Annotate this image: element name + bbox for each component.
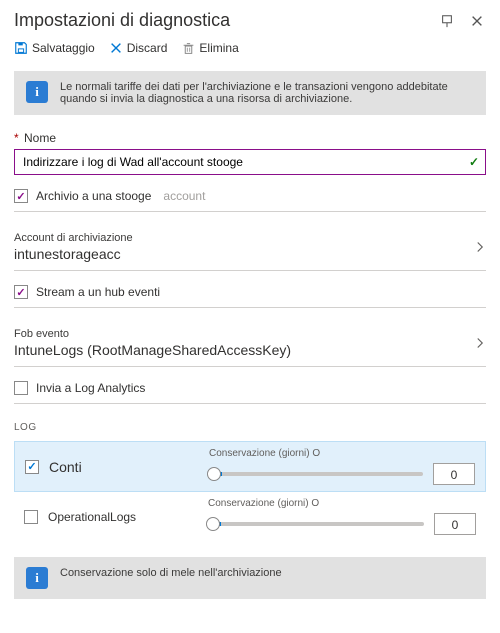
retention-value[interactable]: 0	[433, 463, 475, 485]
info-banner-retention: i Conservazione solo di mele nell'archiv…	[14, 557, 486, 599]
stream-label: Stream a un hub eventi	[36, 285, 160, 299]
page-title: Impostazioni di diagnostica	[14, 10, 426, 31]
save-icon	[14, 41, 28, 55]
stream-checkbox[interactable]	[14, 285, 28, 299]
name-input-wrap[interactable]: ✓	[14, 149, 486, 175]
chevron-right-icon	[474, 241, 486, 253]
info-banner-text: Conservazione solo di mele nell'archivia…	[60, 567, 282, 579]
retention-label: Conservazione (giorni) O	[209, 448, 475, 459]
discard-button[interactable]: Discard	[109, 41, 168, 55]
trash-icon	[181, 41, 195, 55]
storage-account-label: Account di archiviazione	[14, 232, 133, 244]
log-row-name: Conti	[49, 459, 199, 475]
retention-value[interactable]: 0	[434, 513, 476, 535]
eventhub-value: IntuneLogs (RootManageSharedAccessKey)	[14, 342, 291, 358]
info-icon: i	[26, 81, 48, 103]
log-row-checkbox[interactable]	[24, 510, 38, 524]
storage-account-picker[interactable]: Account di archiviazione intunestorageac…	[14, 226, 486, 271]
info-banner-text: Le normali tariffe dei dati per l'archiv…	[60, 81, 474, 105]
pin-icon[interactable]	[438, 12, 456, 30]
log-row[interactable]: OperationalLogs Conservazione (giorni) O…	[14, 492, 486, 541]
save-button[interactable]: Salvataggio	[14, 41, 95, 55]
divider	[14, 307, 486, 308]
info-banner-pricing: i Le normali tariffe dei dati per l'arch…	[14, 71, 486, 115]
close-icon[interactable]	[468, 12, 486, 30]
eventhub-picker[interactable]: Fob evento IntuneLogs (RootManageSharedA…	[14, 322, 486, 367]
retention-label: Conservazione (giorni) O	[208, 498, 476, 509]
storage-account-value: intunestorageacc	[14, 246, 133, 262]
delete-label: Elimina	[199, 41, 238, 55]
validation-check-icon: ✓	[469, 155, 479, 169]
log-section-heading: LOG	[14, 422, 486, 433]
divider	[14, 211, 486, 212]
info-icon: i	[26, 567, 48, 589]
eventhub-label: Fob evento	[14, 328, 291, 340]
archive-label: Archivio a una stooge	[36, 189, 151, 203]
retention-slider[interactable]	[208, 522, 424, 526]
delete-button[interactable]: Elimina	[181, 41, 238, 55]
retention-slider[interactable]	[209, 472, 423, 476]
name-label: Nome	[24, 131, 56, 145]
divider	[14, 403, 486, 404]
archive-hint: account	[163, 189, 205, 203]
name-input[interactable]	[21, 150, 469, 174]
loganalytics-label: Invia a Log Analytics	[36, 381, 145, 395]
archive-checkbox[interactable]	[14, 189, 28, 203]
log-row-name: OperationalLogs	[48, 510, 198, 524]
loganalytics-checkbox[interactable]	[14, 381, 28, 395]
discard-label: Discard	[127, 41, 168, 55]
slider-thumb[interactable]	[206, 517, 220, 531]
log-row[interactable]: Conti Conservazione (giorni) O 0	[14, 441, 486, 492]
save-label: Salvataggio	[32, 41, 95, 55]
slider-thumb[interactable]	[207, 467, 221, 481]
required-star: *	[14, 131, 19, 145]
log-row-checkbox[interactable]	[25, 460, 39, 474]
chevron-right-icon	[474, 337, 486, 349]
discard-icon	[109, 41, 123, 55]
